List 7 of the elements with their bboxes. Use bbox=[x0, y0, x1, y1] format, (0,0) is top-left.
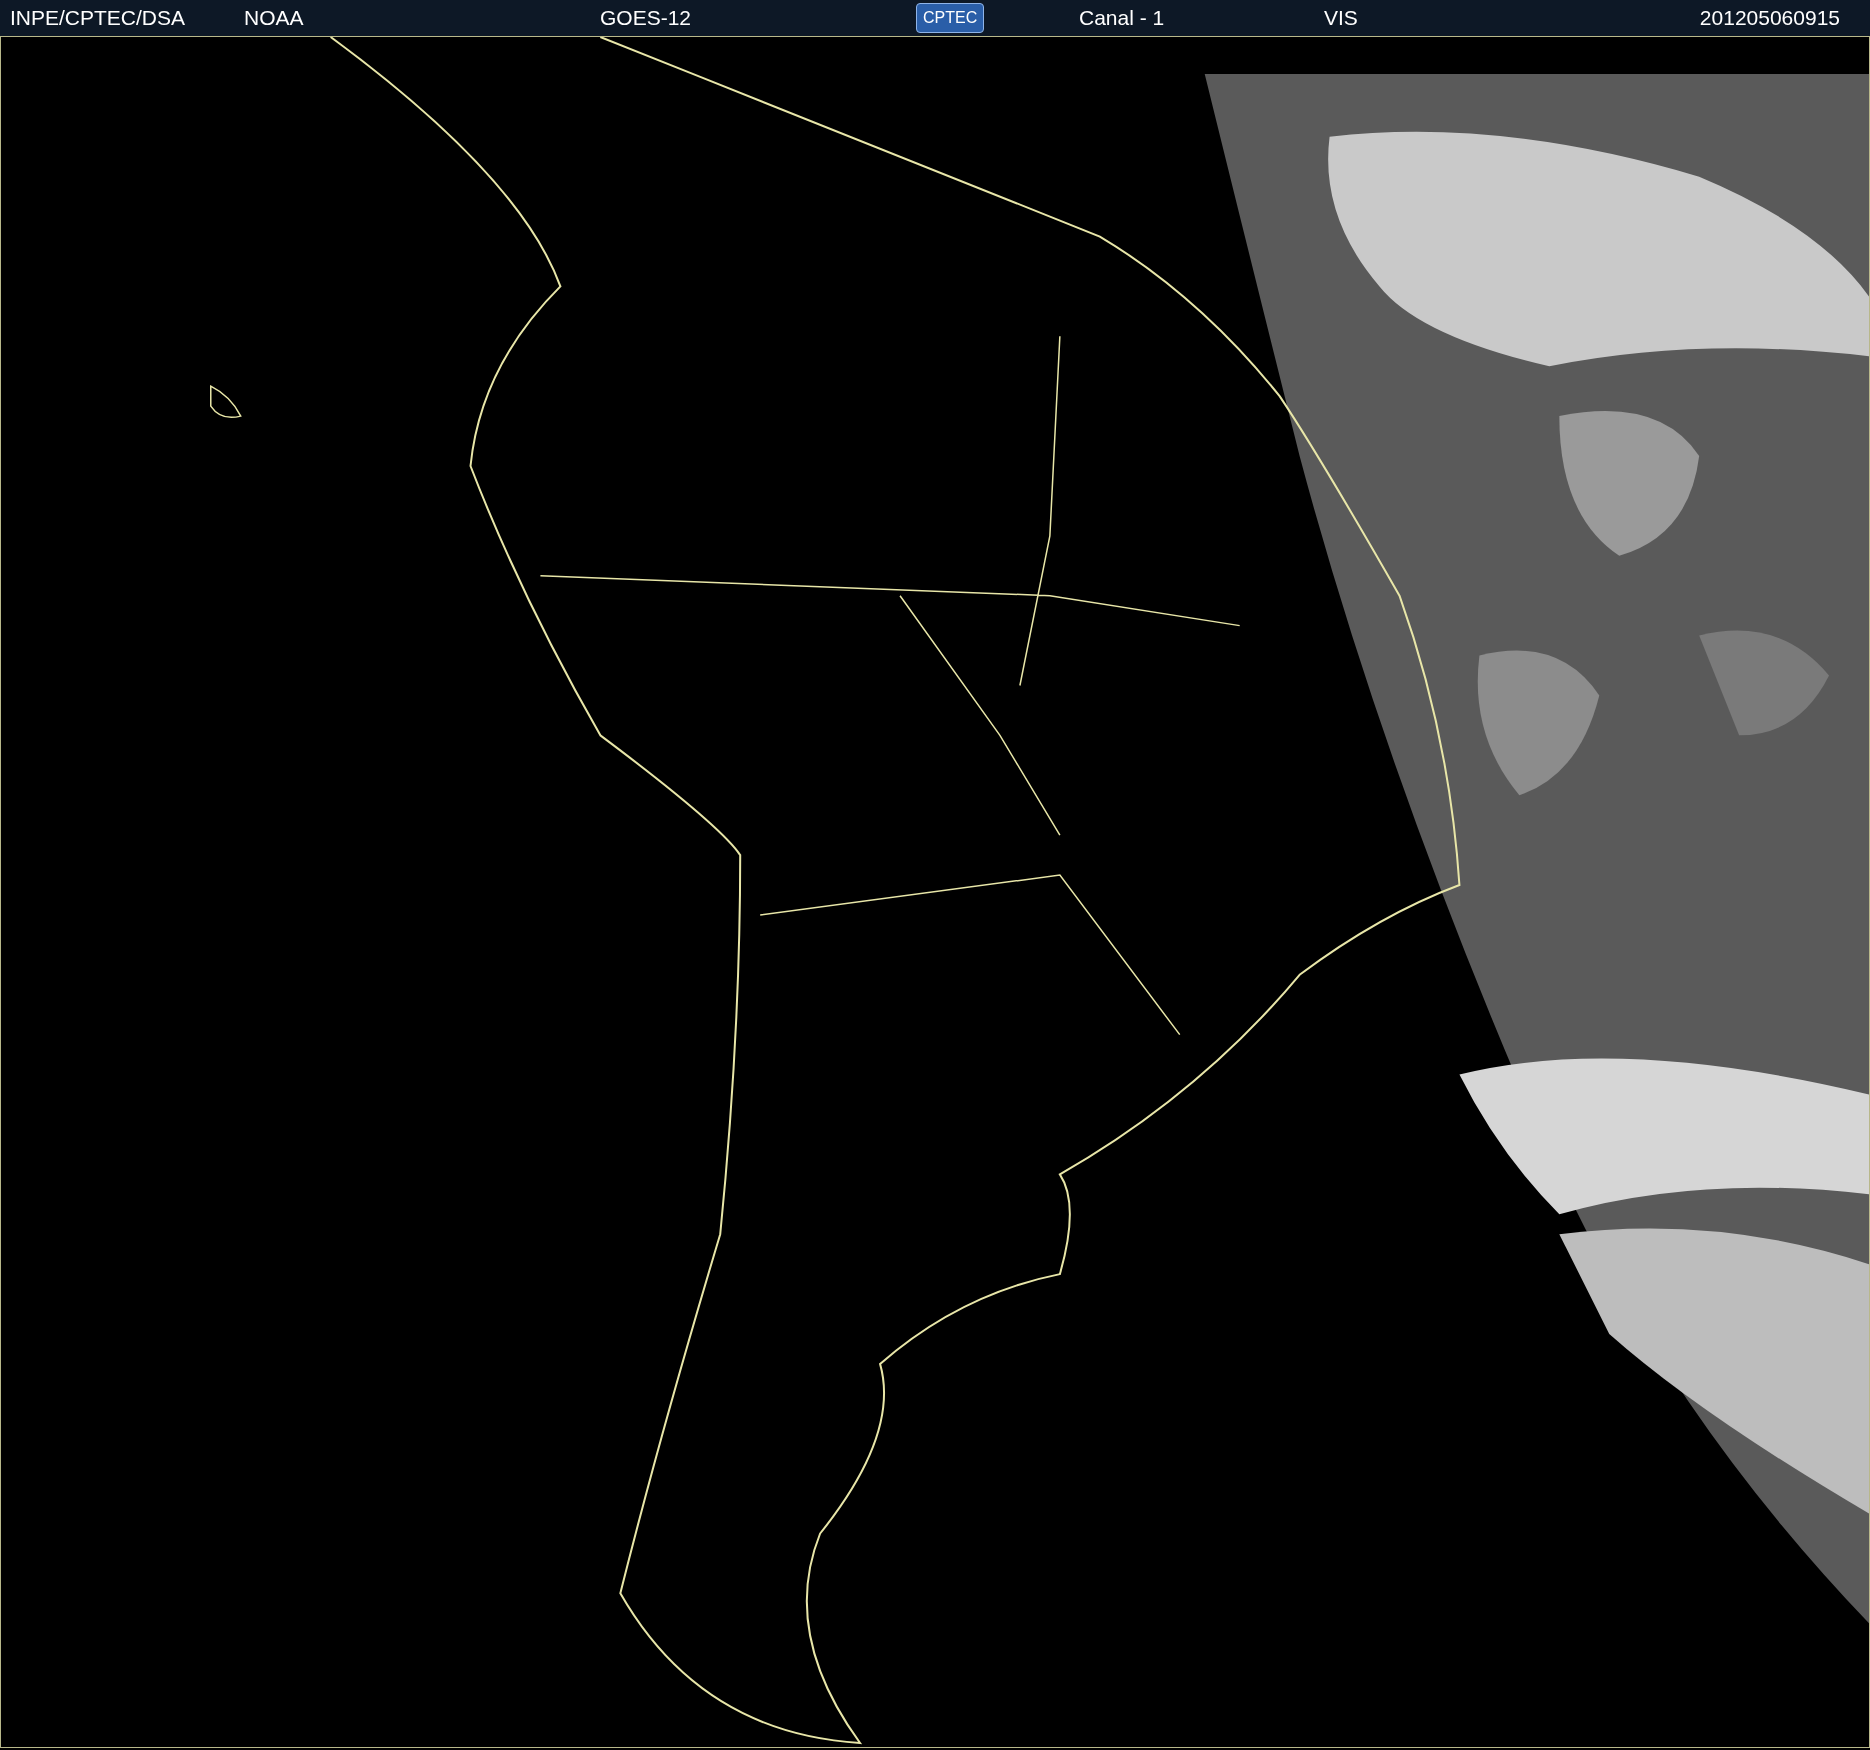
logo: CPTEC bbox=[916, 3, 985, 33]
header-label: NOAA bbox=[244, 6, 304, 29]
header-label: INPE/CPTEC/DSA bbox=[10, 6, 186, 29]
header-label: Canal - 1 bbox=[1079, 6, 1165, 29]
header-label: VIS bbox=[1324, 6, 1358, 29]
header-label: GOES-12 bbox=[600, 6, 692, 29]
header-label: 201205060915 bbox=[1699, 6, 1840, 29]
